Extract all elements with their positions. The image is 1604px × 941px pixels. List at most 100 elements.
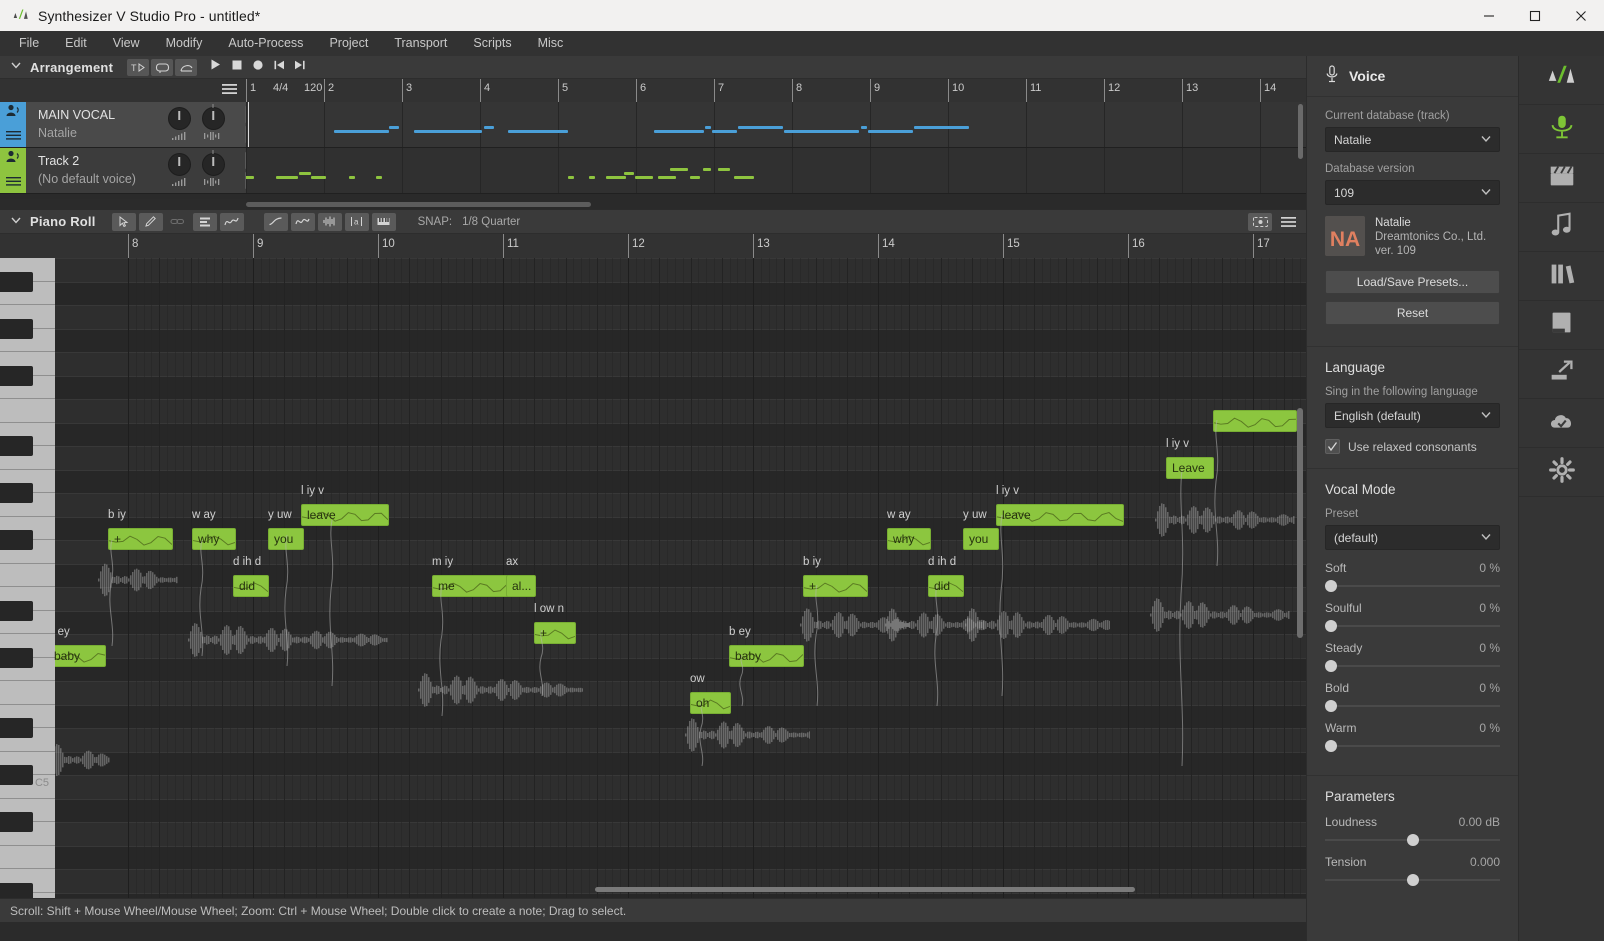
piano-roll-hscrollbar[interactable] — [55, 884, 1295, 894]
arrangement-note[interactable] — [484, 126, 494, 129]
arrangement-note[interactable] — [376, 176, 382, 179]
arrangement-note[interactable] — [784, 130, 859, 133]
chevron-down-icon[interactable] — [10, 213, 22, 231]
rail-export[interactable] — [1519, 350, 1604, 399]
slider-soft[interactable]: Soft 0 % — [1325, 561, 1500, 592]
piano-key-black[interactable] — [0, 365, 33, 386]
arrangement-note[interactable] — [624, 172, 634, 175]
slider-bold[interactable]: Bold 0 % — [1325, 681, 1500, 712]
play-button[interactable] — [209, 58, 222, 76]
piano-key-black[interactable] — [0, 483, 33, 504]
piano-key-black[interactable] — [0, 271, 33, 292]
arrangement-note[interactable] — [299, 172, 311, 175]
database-version-select[interactable]: 109 — [1325, 180, 1500, 205]
minimize-button[interactable] — [1466, 0, 1512, 31]
piano-key-black[interactable] — [0, 765, 33, 786]
arrangement-note[interactable] — [508, 130, 568, 133]
arrangement-note[interactable] — [738, 126, 783, 129]
track-clip-area[interactable] — [246, 102, 1306, 147]
hamburger-icon[interactable] — [221, 82, 238, 101]
piano-key-black[interactable] — [0, 812, 33, 833]
piano-roll-note[interactable]: did — [233, 575, 269, 597]
piano-key-black[interactable] — [0, 600, 33, 621]
preset-select[interactable]: (default) — [1325, 525, 1500, 550]
track-knobs[interactable] — [166, 104, 226, 140]
arrangement-hscrollbar[interactable] — [246, 199, 1306, 209]
current-database-select[interactable]: Natalie — [1325, 127, 1500, 152]
piano-roll-menu-button[interactable] — [1278, 215, 1298, 229]
arrangement-note[interactable] — [635, 176, 653, 179]
record-monitor-button[interactable] — [1248, 213, 1272, 231]
rewind-button[interactable] — [273, 58, 285, 76]
menu-item-edit[interactable]: Edit — [52, 31, 100, 56]
arrangement-note[interactable] — [712, 130, 737, 133]
view-pitch-bend[interactable] — [263, 212, 288, 231]
rail-notes[interactable] — [1519, 203, 1604, 252]
close-button[interactable] — [1558, 0, 1604, 31]
playhead[interactable] — [248, 102, 249, 147]
slider-handle[interactable] — [1406, 874, 1419, 886]
language-select[interactable]: English (default) — [1325, 403, 1500, 428]
piano-key-black[interactable] — [0, 318, 33, 339]
piano-key[interactable] — [0, 681, 55, 705]
record-button[interactable] — [252, 58, 264, 76]
tool-pencil[interactable] — [138, 212, 163, 231]
piano-key-black[interactable] — [0, 882, 33, 898]
menu-item-project[interactable]: Project — [316, 31, 381, 56]
tool-link[interactable] — [166, 213, 190, 231]
slider-handle[interactable] — [1325, 700, 1337, 712]
menu-item-modify[interactable]: Modify — [153, 31, 216, 56]
piano-roll-note[interactable]: al... — [506, 575, 536, 597]
piano-key[interactable] — [0, 563, 55, 587]
slider-steady[interactable]: Steady 0 % — [1325, 641, 1500, 672]
view-piano[interactable] — [371, 212, 396, 231]
menu-item-auto-process[interactable]: Auto-Process — [215, 31, 316, 56]
snap-setting[interactable]: SNAP: 1/8 Quarter — [418, 216, 521, 228]
rail-cloud[interactable] — [1519, 399, 1604, 448]
maximize-button[interactable] — [1512, 0, 1558, 31]
track-color-bar[interactable] — [0, 148, 26, 193]
slider-warm[interactable]: Warm 0 % — [1325, 721, 1500, 752]
arrangement-note[interactable] — [703, 168, 711, 171]
rail-voice[interactable] — [1519, 105, 1604, 154]
track-handle-icon[interactable] — [5, 127, 21, 145]
chevron-down-icon[interactable] — [10, 58, 22, 76]
slider-soulful[interactable]: Soulful 0 % — [1325, 601, 1500, 632]
arrangement-note[interactable] — [868, 130, 913, 133]
arrangement-note[interactable] — [276, 176, 298, 179]
stop-button[interactable] — [231, 58, 243, 76]
arrangement-note[interactable] — [246, 176, 254, 179]
view-waveform[interactable] — [317, 212, 342, 231]
arrangement-note[interactable] — [311, 176, 326, 179]
reset-button[interactable]: Reset — [1325, 301, 1500, 325]
tool-align[interactable] — [192, 212, 217, 231]
arrangement-note[interactable] — [606, 176, 626, 179]
piano-key-black[interactable] — [0, 647, 33, 668]
arrangement-note[interactable] — [389, 126, 399, 129]
tool-pointer[interactable] — [111, 212, 136, 231]
relaxed-consonants-checkbox[interactable] — [1325, 439, 1340, 454]
rail-mixer[interactable] — [1519, 154, 1604, 203]
forward-button[interactable] — [294, 58, 306, 76]
arrangement-note[interactable] — [861, 126, 867, 129]
load-save-presets-button[interactable]: Load/Save Presets... — [1325, 270, 1500, 294]
piano-roll-grid[interactable]: b ey baby b iy + w ay why d ih d did y uw you l iy… — [48, 258, 1306, 898]
arrangement-note[interactable] — [349, 176, 355, 179]
menu-item-misc[interactable]: Misc — [525, 31, 577, 56]
piano-key-black[interactable] — [0, 530, 33, 551]
track-header[interactable]: Track 2 (No default voice) M S — [26, 148, 262, 193]
arrangement-note[interactable] — [734, 176, 754, 179]
piano-key[interactable] — [0, 399, 55, 423]
arrangement-note[interactable] — [658, 176, 676, 179]
arrangement-note[interactable] — [914, 126, 969, 129]
arrangement-note[interactable] — [690, 176, 700, 179]
rail-dictionary[interactable] — [1519, 301, 1604, 350]
piano-roll-vscrollbar[interactable] — [1296, 258, 1304, 884]
arrangement-note[interactable] — [670, 168, 688, 171]
slider-handle[interactable] — [1325, 620, 1337, 632]
piano-key[interactable] — [0, 845, 55, 869]
piano-roll-note[interactable]: why — [887, 528, 931, 550]
arrangement-note[interactable] — [654, 130, 704, 133]
piano-key-black[interactable] — [0, 718, 33, 739]
slider-tension[interactable]: Tension 0.000 — [1325, 855, 1500, 886]
